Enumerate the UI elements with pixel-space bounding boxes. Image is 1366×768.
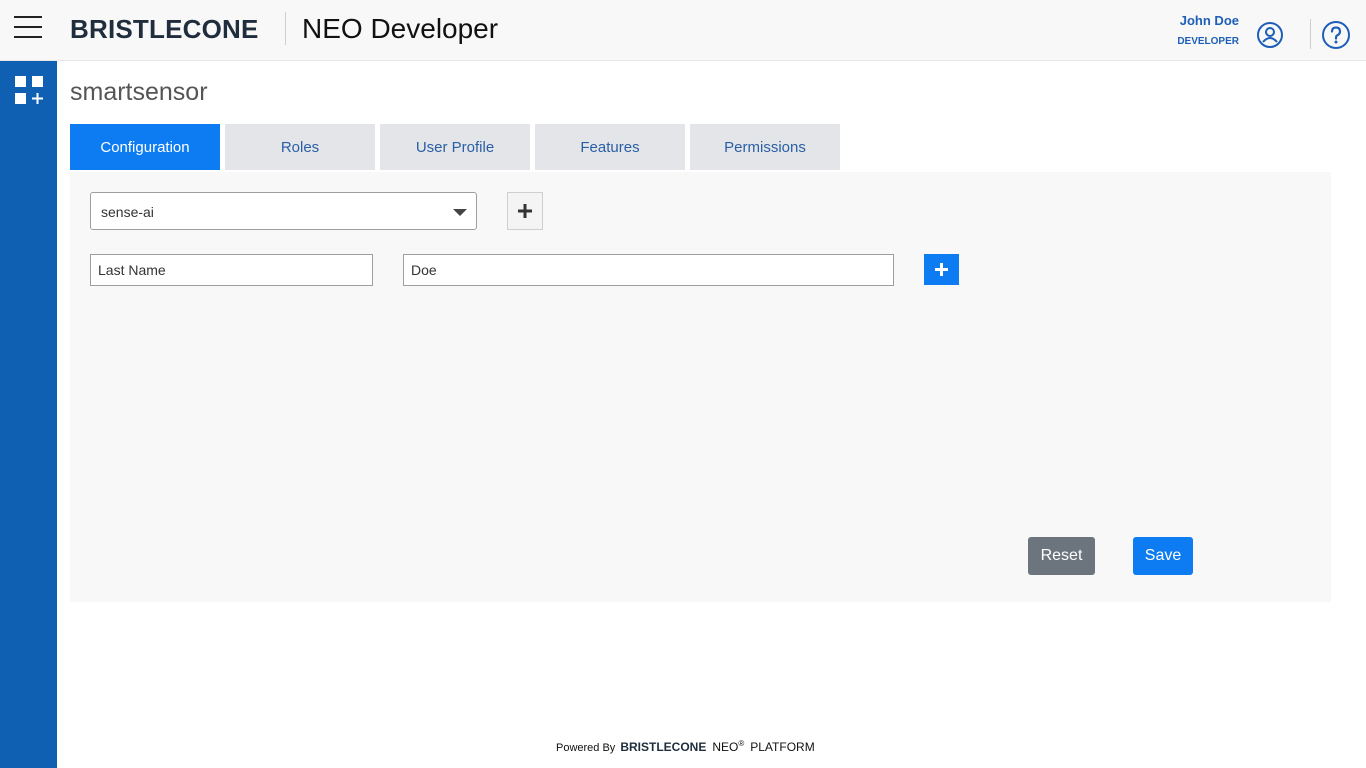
config-value-field[interactable]: Doe [403,254,894,286]
footer-neo: NEO® [712,739,745,754]
add-row-button[interactable] [924,254,959,285]
tab-permissions[interactable]: Permissions [690,124,840,170]
reset-button[interactable]: Reset [1028,537,1095,575]
footer-powered-by: Powered By [556,742,616,754]
add-app-button[interactable] [507,192,543,230]
apps-add-icon[interactable] [14,75,44,105]
save-button[interactable]: Save [1133,537,1193,575]
menu-icon[interactable] [14,16,42,38]
help-icon[interactable] [1321,20,1351,50]
sidebar [0,61,57,768]
plus-icon [518,204,532,218]
user-icon[interactable] [1256,21,1284,49]
top-header: BRISTLECONE NEO Developer John Doe DEVEL… [0,0,1366,61]
page-title: smartsensor [70,78,208,106]
header-divider [285,12,286,45]
app-select-value: sense-ai [101,204,154,220]
tab-features[interactable]: Features [535,124,685,170]
tab-configuration[interactable]: Configuration [70,124,220,170]
footer-logo: BRISTLECONE [620,740,707,754]
app-title: NEO Developer [302,13,499,44]
chevron-down-icon [453,209,467,216]
app-select[interactable]: sense-ai [90,192,477,230]
plus-icon [935,263,948,276]
tab-bar: Configuration Roles User Profile Feature… [70,124,845,170]
user-name: John Doe [1179,13,1239,28]
user-role: DEVELOPER [1177,36,1239,47]
config-key-field[interactable]: Last Name [90,254,373,286]
footer-platform: PLATFORM [750,740,815,754]
brand-logo: BRISTLECONE [70,14,259,44]
tab-roles[interactable]: Roles [225,124,375,170]
header-divider [1310,19,1311,49]
tab-user-profile[interactable]: User Profile [380,124,530,170]
footer: Powered By BRISTLECONE NEO® PLATFORM [556,739,815,754]
configuration-panel: sense-ai Last Name Doe Reset Save [70,172,1331,602]
